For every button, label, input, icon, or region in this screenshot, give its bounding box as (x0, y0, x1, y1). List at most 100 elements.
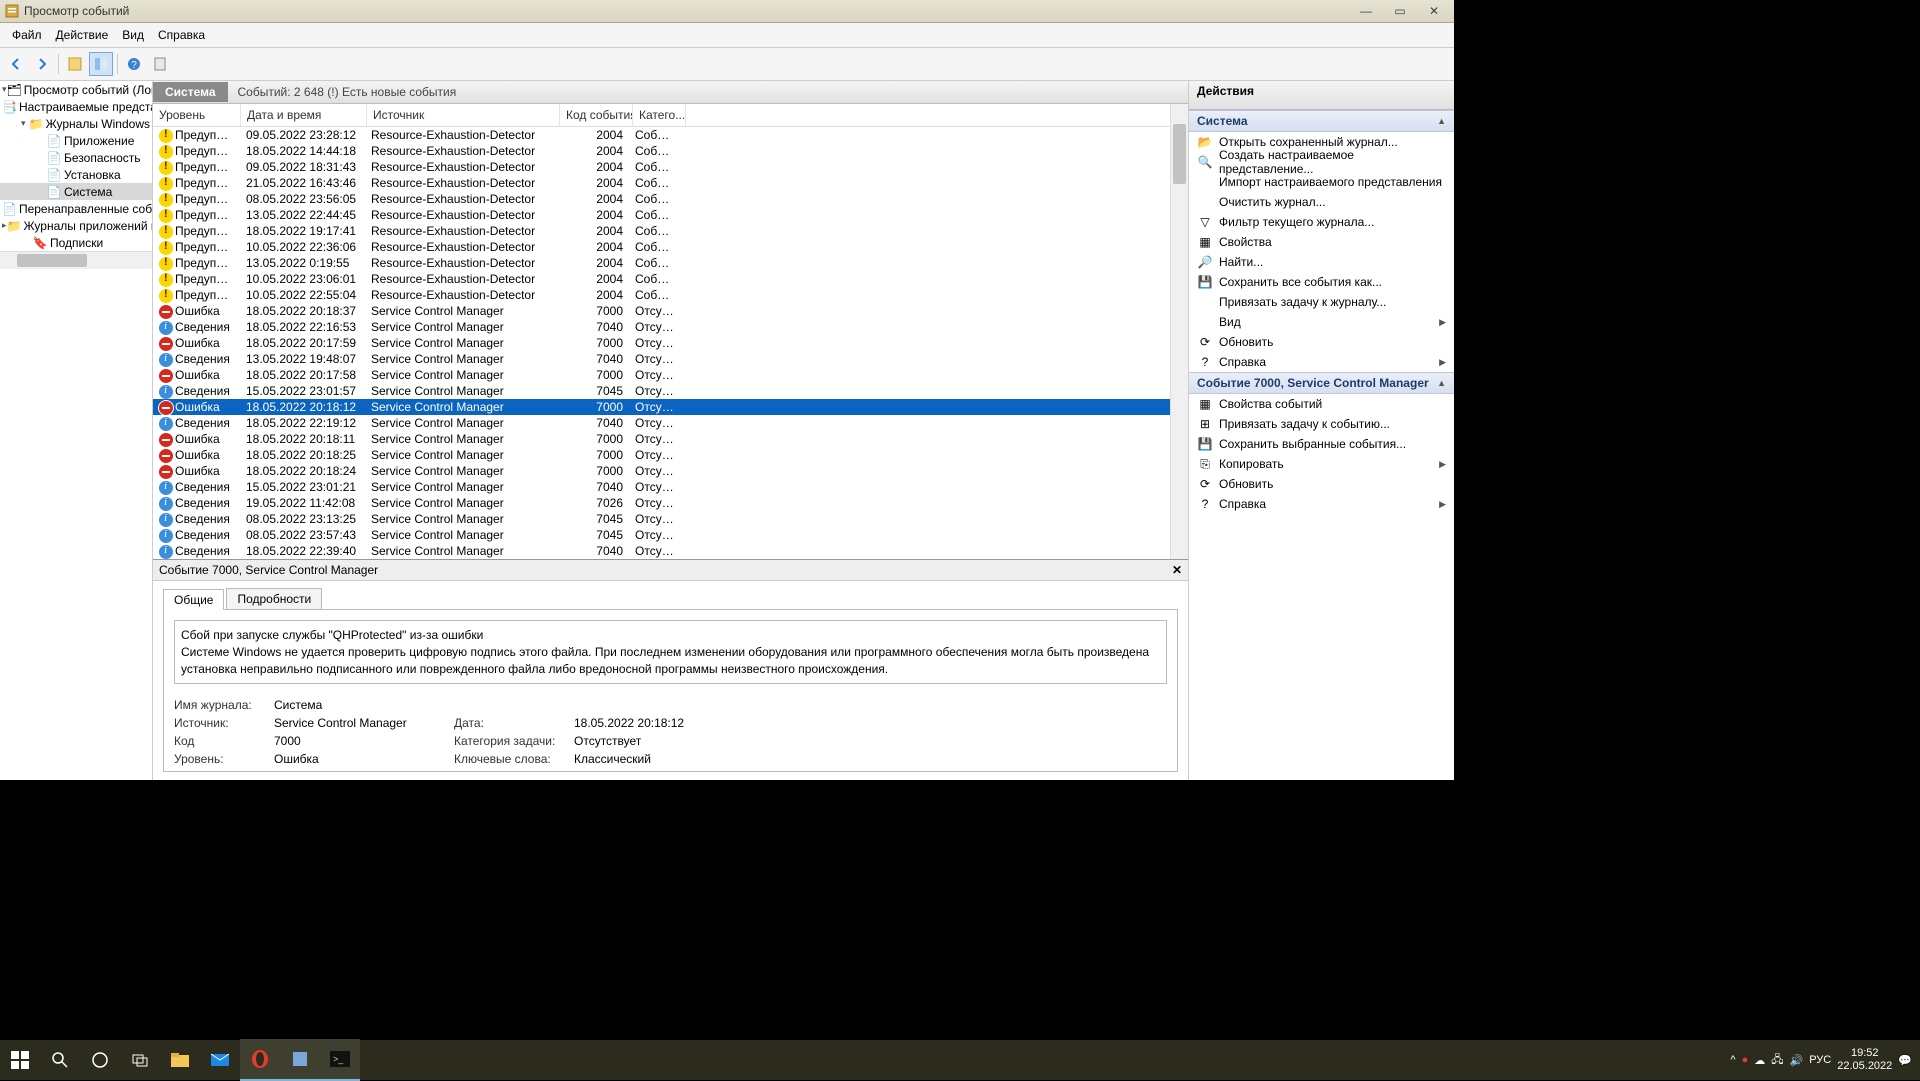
action-item[interactable]: ?Справка▶ (1189, 352, 1454, 372)
event-row[interactable]: Предупреж...13.05.2022 22:44:45Resource-… (153, 207, 1170, 223)
menu-action[interactable]: Действие (50, 26, 115, 44)
action-item[interactable]: ⎘Копировать▶ (1189, 454, 1454, 474)
tree-item[interactable]: 📄Установка (0, 166, 152, 183)
event-row[interactable]: Сведения15.05.2022 23:01:21Service Contr… (153, 479, 1170, 495)
toolbar-help[interactable]: ? (122, 52, 146, 76)
mail-icon[interactable] (200, 1040, 240, 1080)
action-item[interactable]: ▦Свойства событий (1189, 394, 1454, 414)
tray-clock[interactable]: 19:5222.05.2022 (1837, 1047, 1892, 1073)
action-item[interactable]: 💾Сохранить все события как... (1189, 272, 1454, 292)
col-level[interactable]: Уровень (153, 104, 241, 126)
tray-notifications-icon[interactable]: 💬 (1898, 1054, 1912, 1067)
action-item[interactable]: ⟳Обновить (1189, 332, 1454, 352)
col-source[interactable]: Источник (367, 104, 560, 126)
event-row[interactable]: Ошибка18.05.2022 20:17:59Service Control… (153, 335, 1170, 351)
event-row[interactable]: Предупреж...13.05.2022 0:19:55Resource-E… (153, 255, 1170, 271)
event-row[interactable]: Предупреж...08.05.2022 23:56:05Resource-… (153, 191, 1170, 207)
tree-item[interactable]: 📄Система (0, 183, 152, 200)
action-item[interactable]: 🔍Создать настраиваемое представление... (1189, 152, 1454, 172)
event-row[interactable]: Ошибка18.05.2022 20:18:37Service Control… (153, 303, 1170, 319)
event-row[interactable]: Сведения18.05.2022 22:16:53Service Contr… (153, 319, 1170, 335)
col-eventid[interactable]: Код события (560, 104, 633, 126)
actions-section-system[interactable]: Система▲ (1189, 110, 1454, 132)
event-row[interactable]: Ошибка18.05.2022 20:18:12Service Control… (153, 399, 1170, 415)
menu-file[interactable]: Файл (6, 26, 48, 44)
action-item[interactable]: Привязать задачу к журналу... (1189, 292, 1454, 312)
tree-item[interactable]: 🔖Подписки (0, 234, 152, 251)
detail-close-icon[interactable]: ✕ (1172, 563, 1182, 577)
tree-item[interactable]: ▾📁Журналы Windows (0, 115, 152, 132)
event-row[interactable]: Предупреж...18.05.2022 14:44:18Resource-… (153, 143, 1170, 159)
taskview-icon[interactable] (120, 1040, 160, 1080)
action-item[interactable]: Вид▶ (1189, 312, 1454, 332)
menu-view[interactable]: Вид (116, 26, 150, 44)
opera-icon[interactable] (240, 1039, 280, 1081)
tab-details[interactable]: Подробности (226, 588, 322, 609)
event-row[interactable]: Предупреж...10.05.2022 22:36:06Resource-… (153, 239, 1170, 255)
warn-icon (159, 193, 173, 207)
action-item[interactable]: ⟳Обновить (1189, 474, 1454, 494)
event-row[interactable]: Сведения08.05.2022 23:57:43Service Contr… (153, 527, 1170, 543)
save-icon: 💾 (1197, 436, 1213, 452)
tray-security-icon[interactable]: ● (1742, 1054, 1749, 1066)
start-button[interactable] (0, 1040, 40, 1080)
action-item[interactable]: Очистить журнал... (1189, 192, 1454, 212)
event-row[interactable]: Сведения08.05.2022 23:13:25Service Contr… (153, 511, 1170, 527)
col-date[interactable]: Дата и время (241, 104, 367, 126)
event-row[interactable]: Сведения18.05.2022 22:19:12Service Contr… (153, 415, 1170, 431)
maximize-button[interactable]: ▭ (1384, 2, 1416, 20)
action-item[interactable]: Импорт настраиваемого представления (1189, 172, 1454, 192)
action-item[interactable]: 💾Сохранить выбранные события... (1189, 434, 1454, 454)
action-item[interactable]: ?Справка▶ (1189, 494, 1454, 514)
minimize-button[interactable]: — (1350, 2, 1382, 20)
search-icon[interactable] (40, 1040, 80, 1080)
col-category[interactable]: Катего... (633, 104, 686, 126)
tray-volume-icon[interactable]: 🔊 (1790, 1054, 1804, 1067)
toolbar-show-tree[interactable] (63, 52, 87, 76)
tray-network-icon[interactable]: 🖧 (1771, 1051, 1783, 1070)
event-row[interactable]: Сведения13.05.2022 19:48:07Service Contr… (153, 351, 1170, 367)
taskbar-app-icon[interactable] (280, 1039, 320, 1081)
tree-item[interactable]: 📑Настраиваемые представле (0, 98, 152, 115)
forward-button[interactable] (30, 52, 54, 76)
tree-item[interactable]: 📄Перенаправленные соб (0, 200, 152, 217)
close-button[interactable]: ✕ (1418, 2, 1450, 20)
event-row[interactable]: Ошибка18.05.2022 20:17:58Service Control… (153, 367, 1170, 383)
tab-general[interactable]: Общие (163, 589, 224, 610)
cortana-icon[interactable] (80, 1040, 120, 1080)
explorer-icon[interactable] (160, 1040, 200, 1080)
event-row[interactable]: Предупреж...18.05.2022 19:17:41Resource-… (153, 223, 1170, 239)
action-item[interactable]: ⊞Привязать задачу к событию... (1189, 414, 1454, 434)
event-row[interactable]: Ошибка18.05.2022 20:18:11Service Control… (153, 431, 1170, 447)
toolbar-show-preview[interactable] (89, 52, 113, 76)
tree-item[interactable]: 📄Приложение (0, 132, 152, 149)
event-row[interactable]: Предупреж...21.05.2022 16:43:46Resource-… (153, 175, 1170, 191)
tray-onedrive-icon[interactable]: ☁ (1754, 1054, 1765, 1067)
list-v-scrollbar[interactable] (1170, 104, 1188, 559)
action-item[interactable]: 🔎Найти... (1189, 252, 1454, 272)
cmd-icon[interactable]: >_ (320, 1039, 360, 1081)
actions-section-event[interactable]: Событие 7000, Service Control Manager▲ (1189, 372, 1454, 394)
tree-h-scrollbar[interactable] (17, 254, 87, 267)
event-row[interactable]: Сведения18.05.2022 22:39:40Service Contr… (153, 543, 1170, 559)
tray-lang[interactable]: РУС (1809, 1054, 1831, 1066)
event-row[interactable]: Ошибка18.05.2022 20:18:25Service Control… (153, 447, 1170, 463)
tree-item[interactable]: 📄Безопасность (0, 149, 152, 166)
toolbar-properties[interactable] (148, 52, 172, 76)
event-row[interactable]: Предупреж...09.05.2022 23:28:12Resource-… (153, 127, 1170, 143)
event-row[interactable]: Предупреж...10.05.2022 22:55:04Resource-… (153, 287, 1170, 303)
svg-text:>_: >_ (333, 1054, 344, 1064)
event-row[interactable]: Предупреж...10.05.2022 23:06:01Resource-… (153, 271, 1170, 287)
menu-help[interactable]: Справка (152, 26, 211, 44)
event-row[interactable]: Ошибка18.05.2022 20:18:24Service Control… (153, 463, 1170, 479)
event-row[interactable]: Сведения19.05.2022 11:42:08Service Contr… (153, 495, 1170, 511)
action-item[interactable]: ▽Фильтр текущего журнала... (1189, 212, 1454, 232)
event-row[interactable]: Предупреж...09.05.2022 18:31:43Resource-… (153, 159, 1170, 175)
event-row[interactable]: Сведения15.05.2022 23:01:57Service Contr… (153, 383, 1170, 399)
column-headers[interactable]: Уровень Дата и время Источник Код событи… (153, 104, 1170, 127)
tray-chevron-icon[interactable]: ^ (1730, 1054, 1735, 1066)
back-button[interactable] (4, 52, 28, 76)
tree-item[interactable]: ▸📁Журналы приложений и сл (0, 217, 152, 234)
action-item[interactable]: ▦Свойства (1189, 232, 1454, 252)
tree-root[interactable]: ▾🗂Просмотр событий (Локальн (0, 81, 152, 98)
